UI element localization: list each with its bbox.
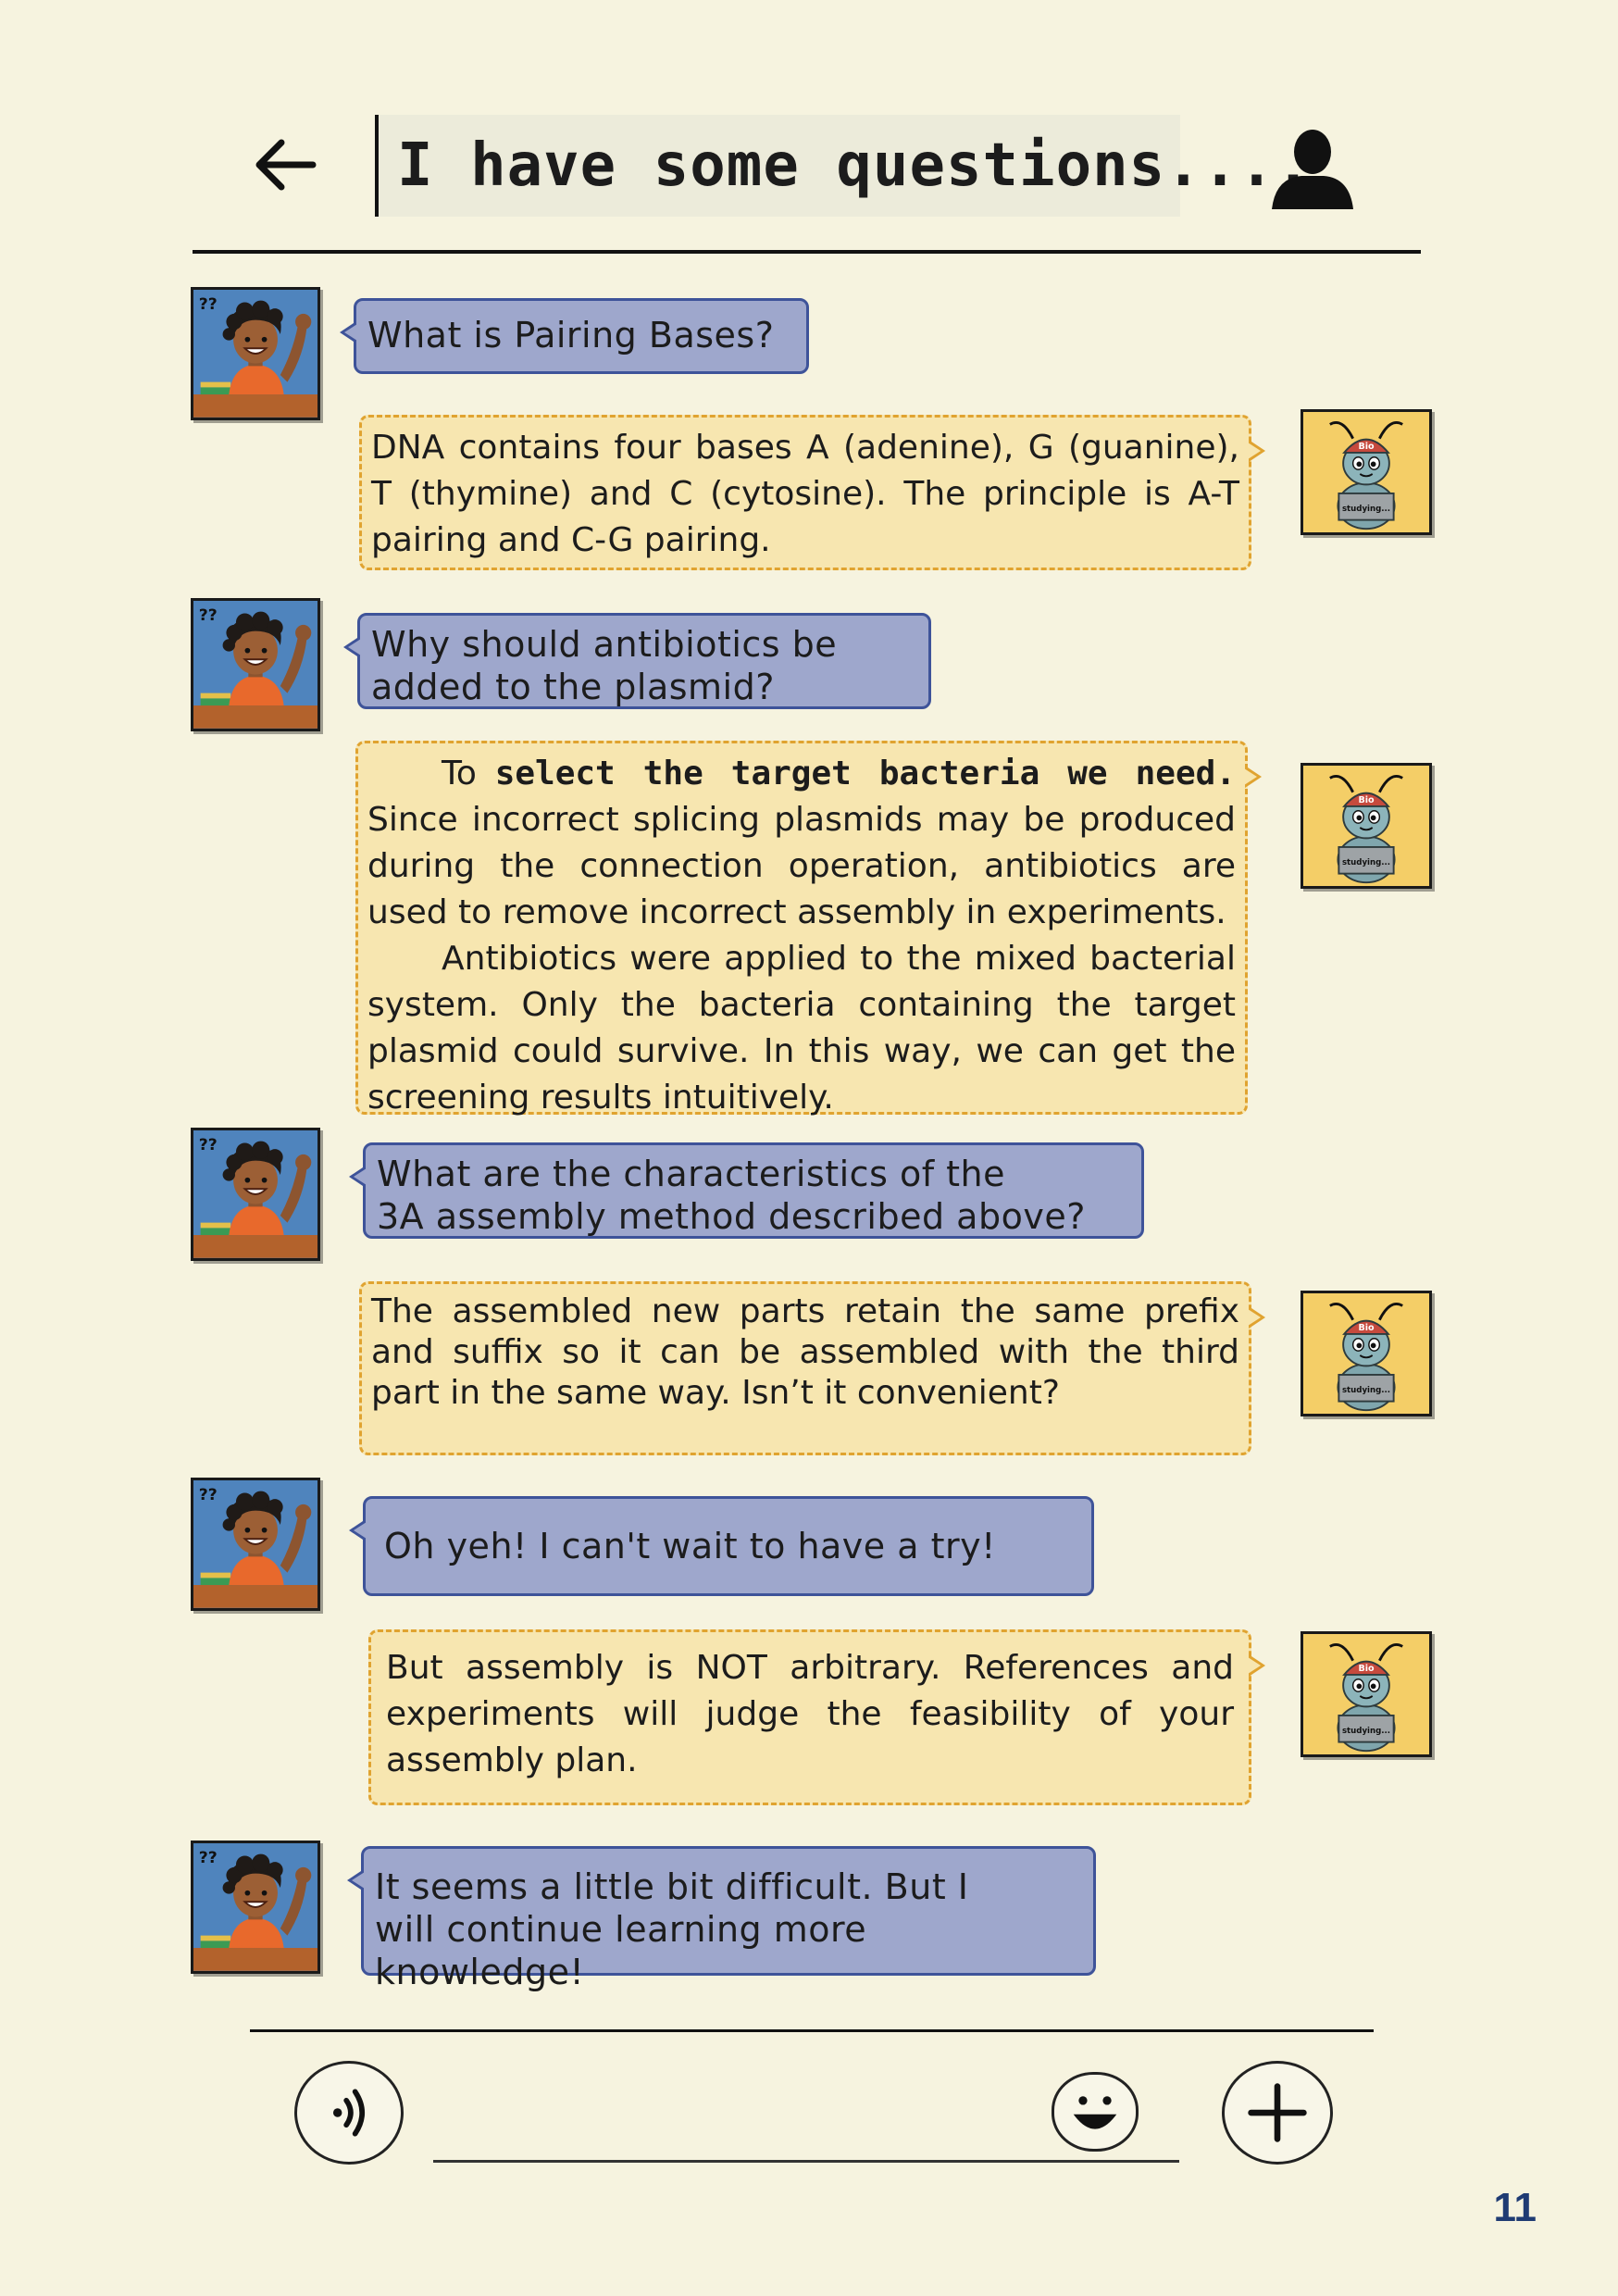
footer-divider <box>250 2029 1374 2032</box>
question-bubble: Oh yeh! I can't wait to have a try! <box>349 1496 1094 1596</box>
voice-button[interactable] <box>294 2061 404 2165</box>
message-lead: To <box>442 755 495 792</box>
page-title: I have some questions.... <box>397 131 1313 200</box>
student-avatar <box>191 598 320 731</box>
message-text-line2: 3A assembly method described above? <box>377 1196 1086 1237</box>
smiley-icon <box>1073 2096 1117 2129</box>
message-text-line1: Why should antibiotics be <box>371 624 838 665</box>
question-bubble: It seems a little bit difficult. But I w… <box>347 1846 1096 1992</box>
message-text: Since incorrect splicing plasmids may be… <box>367 801 1236 931</box>
message-text-line2: will continue learning more knowledge! <box>375 1909 867 1992</box>
answer-bubble: To select the target bacteria we need. S… <box>355 741 1262 1117</box>
title-bar: I have some questions.... <box>375 115 1311 217</box>
student-avatar <box>191 287 320 420</box>
message-text: Oh yeh! I can't wait to have a try! <box>384 1526 996 1566</box>
message-text-line2: added to the plasmid? <box>371 667 775 707</box>
message-text: But assembly is NOT arbitrary. Reference… <box>386 1649 1234 1779</box>
message-input[interactable] <box>433 2160 1179 2163</box>
message-text: The assembled new parts retain the same … <box>371 1292 1239 1412</box>
message-text-line1: What are the characteristics of the <box>377 1154 1006 1194</box>
bee-avatar <box>1301 1291 1432 1416</box>
student-avatar <box>191 1841 320 1974</box>
message-paragraph-2: Antibiotics were applied to the mixed ba… <box>367 936 1236 1121</box>
bee-avatar <box>1301 409 1432 535</box>
message-emphasis: select the target bacteria we need. <box>494 755 1236 792</box>
message-text: What is Pairing Bases? <box>367 315 775 356</box>
bee-avatar <box>1301 1631 1432 1757</box>
student-avatar <box>191 1478 320 1611</box>
message-paragraph-1: To select the target bacteria we need. S… <box>367 751 1236 936</box>
page-number: 11 <box>1493 2185 1537 2230</box>
back-arrow-icon[interactable] <box>248 128 322 202</box>
answer-bubble: DNA contains four bases A (adenine), G (… <box>359 415 1265 570</box>
bee-avatar <box>1301 763 1432 889</box>
message-text: Antibiotics were applied to the mixed ba… <box>367 940 1236 1117</box>
message-text: DNA contains four bases A (adenine), G (… <box>371 429 1239 559</box>
header-divider <box>193 250 1421 254</box>
message-text-line1: It seems a little bit difficult. But I <box>375 1866 969 1907</box>
plus-button[interactable] <box>1222 2061 1333 2165</box>
answer-bubble: But assembly is NOT arbitrary. Reference… <box>368 1629 1265 1805</box>
answer-bubble: The assembled new parts retain the same … <box>359 1281 1265 1455</box>
voice-icon <box>332 2089 366 2137</box>
user-silhouette-icon[interactable] <box>1266 120 1359 213</box>
question-bubble: What are the characteristics of the 3A a… <box>349 1142 1144 1239</box>
emoji-button[interactable] <box>1052 2072 1139 2152</box>
question-bubble: What is Pairing Bases? <box>340 298 809 374</box>
student-avatar <box>191 1128 320 1261</box>
plus-icon <box>1248 2083 1307 2142</box>
question-bubble: Why should antibiotics be added to the p… <box>343 613 931 709</box>
